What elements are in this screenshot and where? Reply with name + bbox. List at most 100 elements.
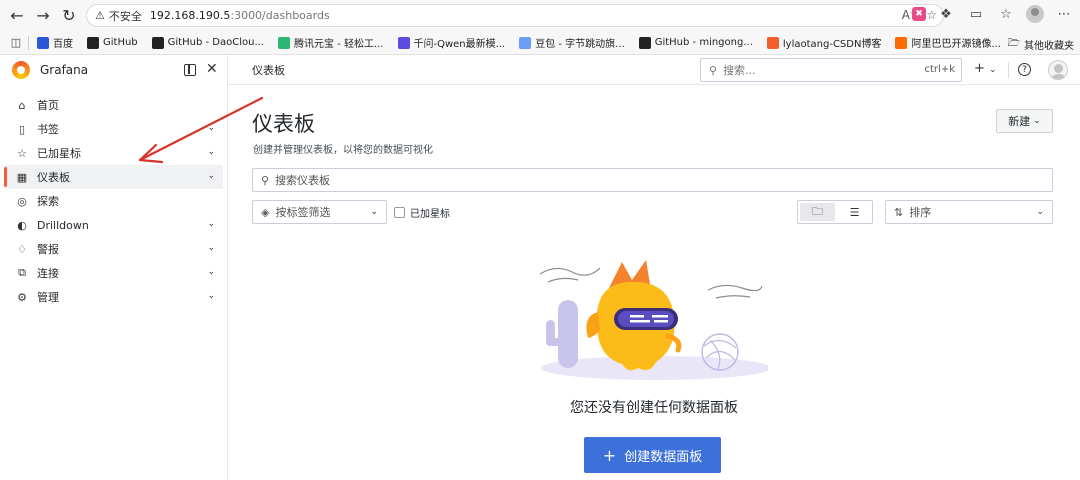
extensions-icon[interactable]: ❖ [936,4,956,24]
bookmark-label: GitHub - DaoClou... [167,37,264,48]
tag-filter-label: 按标签筛选 [275,206,331,219]
sidebar-item-label: 书签 [37,123,59,136]
sidebar-item-3[interactable]: ▦ 仪表板 ⌄ [4,165,223,189]
chevron-down-icon[interactable]: ⌄ [207,171,215,181]
bookmark-favicon-icon [87,36,99,49]
compass-icon: ◎ [17,194,27,208]
starred-filter[interactable]: 已加星标 [394,205,450,220]
chevron-down-icon[interactable]: ⌄ [207,147,215,157]
help-icon[interactable]: ? [1018,63,1031,76]
sidebar-item-8[interactable]: ⚙ 管理 ⌄ [4,285,223,309]
bookmark-item[interactable]: GitHub - DaoClou... [151,35,264,50]
add-new-button[interactable]: + ⌄ [974,61,997,76]
grafana-logo-icon[interactable] [12,61,30,79]
chevron-down-icon: ⌄ [989,65,997,75]
search-shortcut: ctrl+k [924,64,955,75]
bookmark-label: 阿里巴巴开源镜像... [911,39,1001,50]
sidebar-item-label: 仪表板 [37,171,70,184]
global-search-input[interactable]: ⚲ 搜索... ctrl+k [700,58,962,82]
tab-actions-icon[interactable]: ◫ [6,33,26,53]
chevron-down-icon[interactable]: ⌄ [207,243,215,253]
sidebar-item-4[interactable]: ◎ 探索 [4,189,223,213]
sidebar-item-6[interactable]: ♢ 警报 ⌄ [4,237,223,261]
extension-badge-icon[interactable]: ✖ [912,7,926,21]
reload-icon[interactable]: ↻ [56,3,82,29]
empty-state-illustration [539,260,768,380]
sort-label: 排序 [909,206,932,219]
chevron-down-icon[interactable]: ⌄ [207,267,215,277]
sidebar: Grafana ✕ ⌂ 首页 ▯ 书签 ⌄ ☆ 已加星标 ⌄ ▦ 仪表板 ⌄ ◎ 探索 ◐ Drilldow… [0,55,228,480]
dashboard-search-placeholder: 搜索仪表板 [275,174,331,187]
drilldown-icon: ◐ [17,218,27,232]
dashboard-search-input[interactable]: ⚲ 搜索仪表板 [252,168,1053,192]
sidebar-item-5[interactable]: ◐ Drilldown ⌄ [4,213,223,237]
search-icon: ⚲ [709,63,718,77]
new-button-label: 新建 [1008,115,1031,128]
list-view-icon[interactable]: ☰ [837,201,872,223]
sidebar-item-label: 已加星标 [37,147,81,160]
bookmark-item[interactable]: 百度 [37,35,73,50]
sidebar-item-1[interactable]: ▯ 书签 ⌄ [4,117,223,141]
bookmark-favicon-icon [766,36,779,49]
bookmark-item[interactable]: GitHub - mingong... [638,35,753,50]
create-dashboard-button[interactable]: + 创建数据面板 [584,437,721,473]
starred-checkbox[interactable] [394,207,405,218]
cog-icon: ⚙ [17,290,27,304]
sidebar-icon[interactable]: ▭ [966,4,986,24]
sidebar-item-2[interactable]: ☆ 已加星标 ⌄ [4,141,223,165]
more-icon[interactable]: ⋯ [1054,4,1074,24]
bookmark-label: 百度 [53,39,73,50]
sort-select[interactable]: ⇅ 排序 ⌄ [885,200,1053,224]
other-bookmarks[interactable]: 🗁 其他收藏夹 [1008,36,1074,53]
grafana-app: Grafana ✕ ⌂ 首页 ▯ 书签 ⌄ ☆ 已加星标 ⌄ ▦ 仪表板 ⌄ ◎ 探索 ◐ Drilldow… [0,55,1080,480]
chevron-down-icon[interactable]: ⌄ [207,291,215,301]
chevron-down-icon[interactable]: ⌄ [207,123,215,133]
link-icon: ⧉ [18,266,26,279]
bookmark-favicon-icon [397,36,410,49]
topbar-separator [1008,62,1009,78]
forward-icon[interactable]: → [30,3,56,29]
empty-state-message: 您还没有创建任何数据面板 [570,400,738,416]
favorites-icon[interactable]: ☆ [996,4,1016,24]
search-placeholder: 搜索... [723,64,756,77]
bookmark-icon: ▯ [18,122,26,136]
sidebar-nav: ⌂ 首页 ▯ 书签 ⌄ ☆ 已加星标 ⌄ ▦ 仪表板 ⌄ ◎ 探索 ◐ Drilldown ⌄ ♢ 警报 ⌄ ⧉ 连接 ⌄… [0,93,227,309]
view-toggle: 🗀 ☰ [797,200,873,224]
tag-filter-select[interactable]: ◈ 按标签筛选 ⌄ [252,200,387,224]
breadcrumb[interactable]: 仪表板 [252,62,285,78]
back-icon[interactable]: ← [4,3,30,29]
bookmark-item[interactable]: 豆包 - 字节跳动旗... [519,35,625,50]
user-avatar[interactable] [1048,60,1068,80]
sidebar-item-label: 管理 [37,291,59,304]
bookmark-favicon-icon [277,36,290,49]
warning-icon: ⚠ [95,9,105,22]
bookmark-item[interactable]: lylaotang-CSDN博客 [766,35,881,50]
bell-icon: ♢ [17,242,27,256]
new-button[interactable]: 新建 ⌄ [996,109,1053,133]
chevron-down-icon: ⌄ [1033,116,1041,126]
url-host: 192.168.190.5 [149,9,231,22]
close-icon[interactable]: ✕ [206,61,218,77]
bookmark-item[interactable]: GitHub [87,35,138,50]
chevron-right-icon[interactable]: › [977,36,982,50]
sidebar-item-label: 首页 [37,99,59,112]
chevron-down-icon[interactable]: ⌄ [207,219,215,229]
url-path: :3000/dashboards [230,9,330,22]
top-bar: 仪表板 ⚲ 搜索... ctrl+k + ⌄ ? [228,55,1080,85]
home-icon: ⌂ [18,98,26,112]
profile-avatar-icon[interactable] [1026,5,1044,23]
folder-view-icon[interactable]: 🗀 [800,203,835,221]
starred-label: 已加星标 [410,209,450,220]
create-dashboard-label: 创建数据面板 [624,449,703,465]
bookmark-item[interactable]: 千问-Qwen最新模... [397,35,505,50]
dock-menu-icon[interactable] [184,64,196,76]
tag-icon: ◈ [261,205,270,219]
bookmarks-bar: ◫ 百度 GitHub GitHub - DaoClou... 腾讯元宝 - 轻松工.… [0,31,1080,55]
bookmark-item[interactable]: 阿里巴巴开源镜像... [895,35,1001,50]
page-subtitle: 创建并管理仪表板，以将您的数据可视化 [253,145,433,156]
bookmark-item[interactable]: 腾讯元宝 - 轻松工... [277,35,384,50]
browser-toolbar: ← → ↻ ⚠ 不安全 192.168.190.5:3000/dashboard… [0,0,1080,31]
sidebar-item-7[interactable]: ⧉ 连接 ⌄ [4,261,223,285]
sidebar-item-0[interactable]: ⌂ 首页 [4,93,223,117]
address-bar[interactable]: ⚠ 不安全 192.168.190.5:3000/dashboards A⁺ ☆ [86,4,944,27]
